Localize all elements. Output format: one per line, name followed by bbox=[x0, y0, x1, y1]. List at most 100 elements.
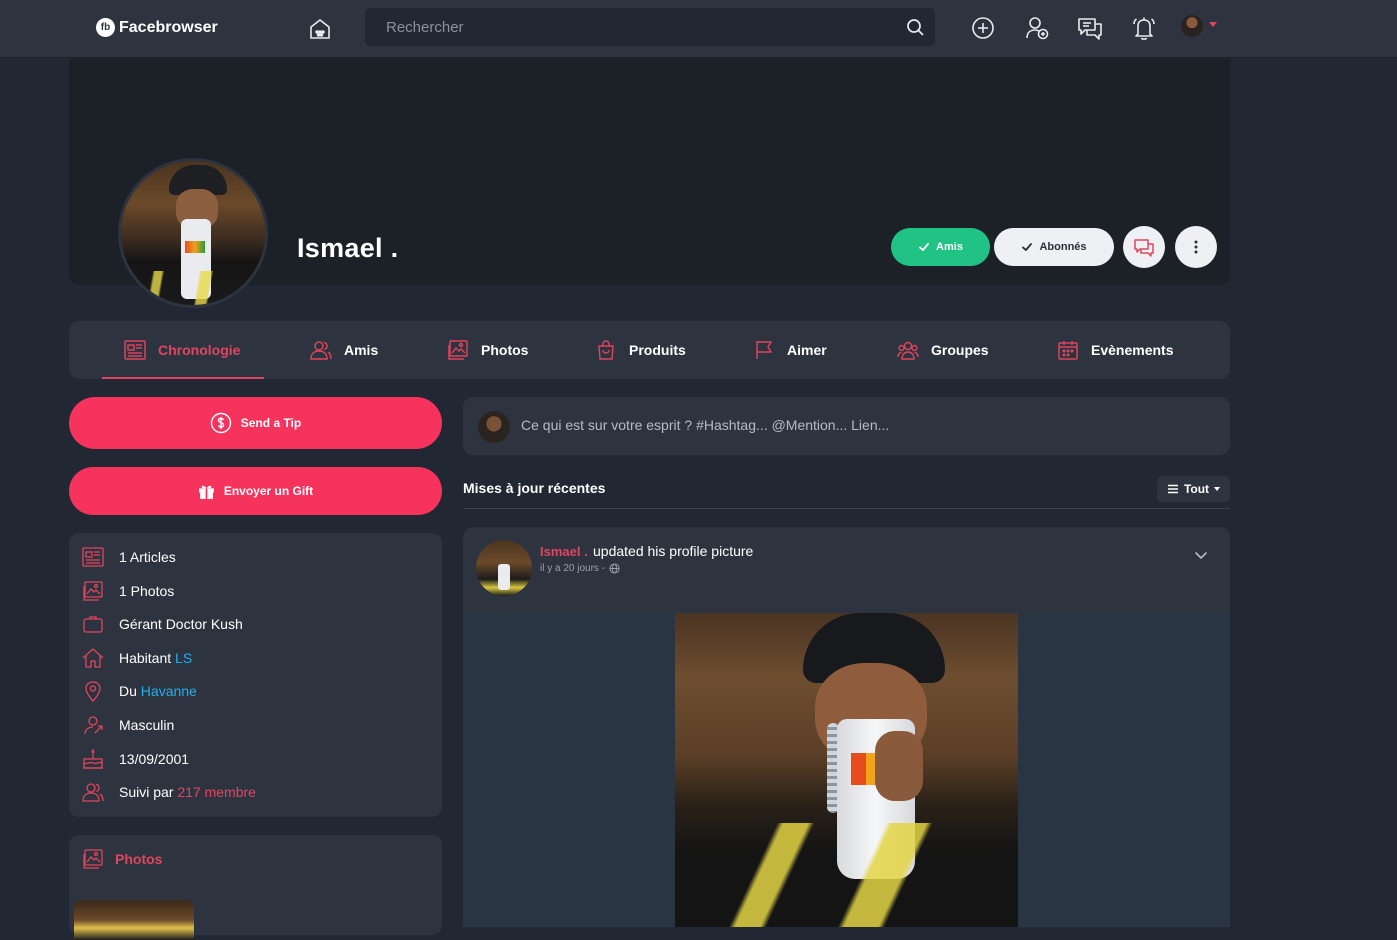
info-articles-text: 1 Articles bbox=[119, 549, 176, 565]
info-photos[interactable]: 1 Photos bbox=[81, 578, 174, 604]
info-lives-link[interactable]: LS bbox=[175, 650, 192, 666]
gender-icon bbox=[84, 716, 103, 735]
friends-button-label: Amis bbox=[936, 241, 963, 253]
post-time-text: il y a 20 jours - bbox=[540, 563, 606, 574]
photos-card-title: Photos bbox=[115, 851, 163, 867]
info-followers: Suivi par 217 membre bbox=[81, 779, 256, 805]
more-options-button[interactable] bbox=[1175, 226, 1217, 268]
tab-label: Amis bbox=[344, 342, 379, 358]
users-icon bbox=[82, 783, 104, 802]
tab-label: Groupes bbox=[931, 342, 989, 358]
tab-evenements[interactable]: Evènements bbox=[1056, 321, 1173, 379]
feed-filter-dropdown[interactable]: Tout bbox=[1157, 476, 1230, 502]
tab-produits[interactable]: Produits bbox=[594, 321, 686, 379]
info-from-link[interactable]: Havanne bbox=[141, 683, 197, 699]
info-birthday: 13/09/2001 bbox=[81, 746, 189, 772]
location-pin-icon bbox=[85, 681, 101, 702]
info-followers-text: Suivi par 217 membre bbox=[119, 784, 256, 800]
post-author-name[interactable]: Ismael . bbox=[540, 544, 588, 559]
info-lives-in-text: Habitant LS bbox=[119, 650, 192, 666]
chevron-down-icon[interactable] bbox=[1191, 545, 1211, 565]
info-from-prefix: Du bbox=[119, 683, 137, 699]
post-timestamp: il y a 20 jours - bbox=[540, 563, 620, 574]
post-composer[interactable]: Ce qui est sur votre esprit ? #Hashtag..… bbox=[463, 397, 1230, 455]
post-author-avatar[interactable] bbox=[476, 540, 532, 596]
profile-name: Ismael . bbox=[297, 233, 399, 263]
shopping-bag-icon bbox=[598, 340, 614, 360]
image-icon bbox=[83, 581, 103, 601]
home-icon[interactable] bbox=[306, 15, 334, 43]
info-followers-link[interactable]: 217 membre bbox=[177, 784, 256, 800]
add-circle-icon[interactable] bbox=[969, 14, 997, 42]
info-articles[interactable]: 1 Articles bbox=[81, 544, 176, 570]
tab-label: Photos bbox=[481, 342, 529, 358]
send-gift-button[interactable]: Envoyer un Gift bbox=[69, 467, 442, 515]
briefcase-icon bbox=[83, 616, 103, 633]
photo-thumbnail[interactable] bbox=[74, 900, 194, 940]
feed-filter-label: Tout bbox=[1183, 482, 1210, 496]
check-icon bbox=[919, 243, 929, 251]
feed-post: Ismael . updated his profile picture il … bbox=[463, 527, 1230, 927]
tab-photos[interactable]: Photos bbox=[446, 321, 528, 379]
logo-mark: fb bbox=[96, 18, 115, 37]
chevron-down-icon[interactable] bbox=[1209, 22, 1217, 27]
globe-icon bbox=[609, 563, 620, 574]
composer-placeholder[interactable]: Ce qui est sur votre esprit ? #Hashtag..… bbox=[521, 417, 889, 433]
profile-tabs: Chronologie Amis Photos Produits Aimer G… bbox=[69, 321, 1230, 379]
info-lives-in: Habitant LS bbox=[81, 645, 192, 671]
photos-card: Photos bbox=[69, 835, 442, 940]
chat-icon bbox=[1134, 239, 1154, 257]
post-photo[interactable] bbox=[675, 613, 1018, 927]
home-icon bbox=[82, 648, 104, 668]
check-icon bbox=[1022, 243, 1033, 251]
tab-aimer[interactable]: Aimer bbox=[752, 321, 827, 379]
app-name: Facebrowser bbox=[119, 18, 218, 36]
composer-avatar bbox=[478, 411, 510, 443]
followers-button[interactable]: Abonnés bbox=[994, 228, 1114, 266]
info-birthday-text: 13/09/2001 bbox=[119, 751, 190, 767]
users-icon bbox=[310, 341, 332, 360]
tab-label: Produits bbox=[629, 342, 686, 358]
app-logo[interactable]: fb Facebrowser bbox=[96, 18, 218, 37]
info-job: Gérant Doctor Kush bbox=[81, 611, 243, 637]
list-icon bbox=[1167, 484, 1178, 494]
tab-label: Aimer bbox=[787, 342, 827, 358]
info-followers-prefix: Suivi par bbox=[119, 784, 174, 800]
info-photos-text: 1 Photos bbox=[119, 583, 175, 599]
bell-icon[interactable] bbox=[1130, 14, 1158, 42]
cake-icon bbox=[83, 749, 103, 769]
search-input[interactable] bbox=[365, 8, 895, 46]
newspaper-icon bbox=[82, 547, 104, 567]
dollar-circle-icon bbox=[210, 412, 231, 434]
post-media bbox=[463, 613, 1230, 927]
send-gift-label: Envoyer un Gift bbox=[223, 484, 314, 498]
profile-info-card: 1 Articles 1 Photos Gérant Doctor Kush H… bbox=[69, 533, 442, 817]
info-lives-prefix: Habitant bbox=[119, 650, 172, 666]
followers-button-label: Abonnés bbox=[1039, 241, 1087, 253]
info-gender-text: Masculin bbox=[119, 717, 175, 733]
send-tip-button[interactable]: Send a Tip bbox=[69, 397, 442, 449]
image-icon bbox=[83, 849, 103, 869]
chevron-down-icon bbox=[1214, 487, 1221, 491]
groups-icon bbox=[897, 341, 919, 360]
search-icon[interactable] bbox=[905, 17, 925, 37]
info-from: Du Havanne bbox=[81, 678, 197, 704]
feed-title: Mises à jour récentes bbox=[463, 480, 606, 496]
gift-icon bbox=[198, 485, 214, 499]
active-tab-indicator bbox=[102, 377, 264, 379]
user-avatar[interactable] bbox=[1181, 15, 1203, 37]
profile-picture[interactable] bbox=[118, 158, 268, 308]
image-icon bbox=[448, 340, 468, 360]
add-user-icon[interactable] bbox=[1023, 14, 1051, 42]
tab-chronologie[interactable]: Chronologie bbox=[123, 321, 240, 379]
info-gender: Masculin bbox=[81, 712, 174, 738]
divider bbox=[463, 508, 1230, 509]
tab-amis[interactable]: Amis bbox=[309, 321, 378, 379]
post-action-text: updated his profile picture bbox=[593, 543, 754, 559]
tab-groupes[interactable]: Groupes bbox=[896, 321, 989, 379]
messages-icon[interactable] bbox=[1076, 14, 1104, 42]
friends-button[interactable]: Amis bbox=[891, 228, 990, 266]
photos-card-header[interactable]: Photos bbox=[81, 847, 162, 871]
tab-label: Evènements bbox=[1091, 342, 1174, 358]
message-button[interactable] bbox=[1123, 226, 1165, 268]
